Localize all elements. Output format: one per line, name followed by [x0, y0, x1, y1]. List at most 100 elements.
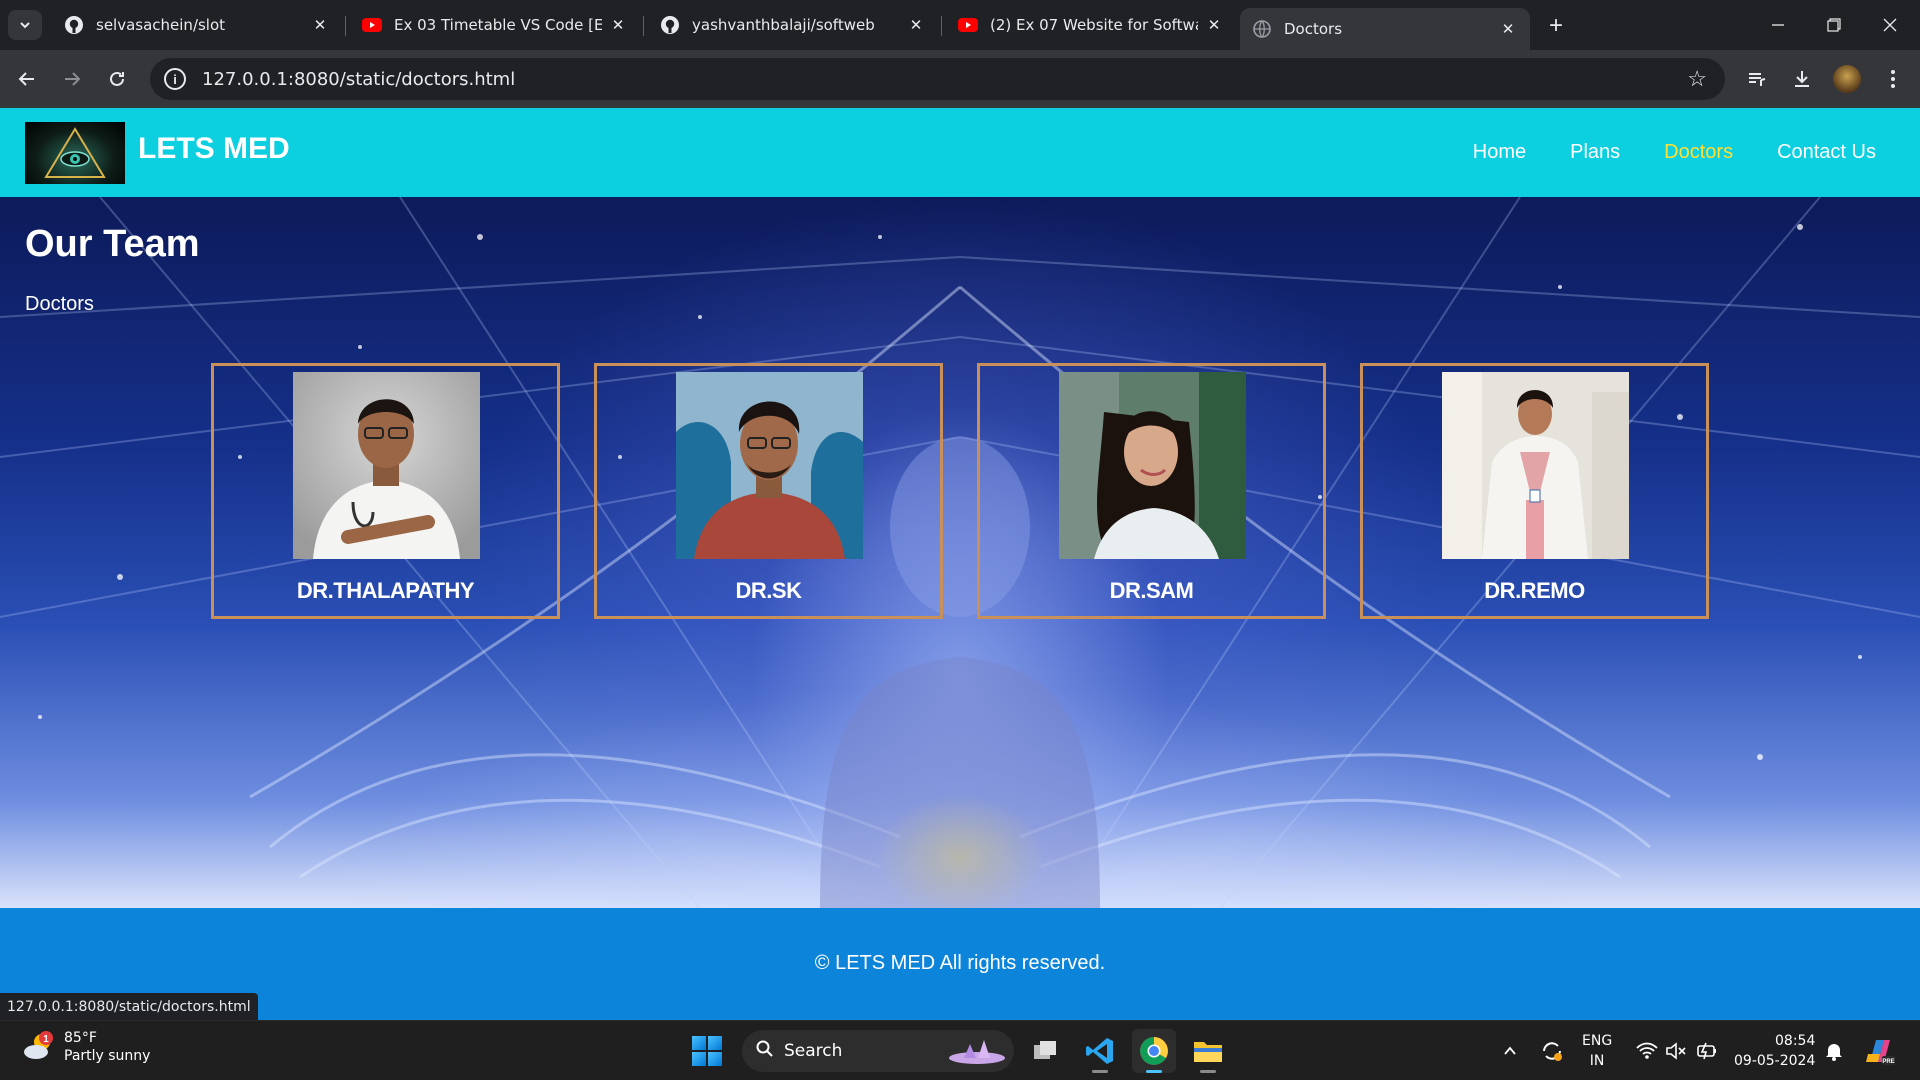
downloads-button[interactable]: [1785, 62, 1819, 96]
close-icon[interactable]: ✕: [310, 15, 330, 35]
windows-logo-pane: [708, 1052, 722, 1066]
doctor-card[interactable]: DR.REMO: [1360, 363, 1709, 619]
volume-button[interactable]: [1666, 1021, 1688, 1080]
windows-logo-pane: [692, 1052, 706, 1066]
tab-3[interactable]: yashvanthbalaji/softweb ✕: [648, 8, 938, 42]
chrome-icon: [1140, 1037, 1168, 1065]
eye-pyramid-icon: [44, 127, 106, 178]
tab-title: (2) Ex 07 Website for Software Company: [990, 16, 1198, 34]
language-code: ENG: [1582, 1033, 1613, 1049]
tab-2[interactable]: Ex 03 Timetable VS Code [English] ✕: [350, 8, 640, 42]
running-indicator: [1146, 1070, 1162, 1073]
battery-charging-icon: [1697, 1042, 1716, 1060]
chrome-app[interactable]: [1132, 1029, 1176, 1073]
copilot-icon: PRE: [1866, 1040, 1895, 1065]
tab-5-active[interactable]: Doctors ✕: [1240, 8, 1530, 50]
weather-desc: Partly sunny: [64, 1048, 151, 1064]
sync-tray-button[interactable]: [1540, 1021, 1564, 1080]
site-logo[interactable]: [25, 122, 125, 184]
media-controls-button[interactable]: [1740, 62, 1774, 96]
download-icon: [1795, 71, 1809, 87]
chevron-up-icon: [1504, 1046, 1516, 1055]
url-text[interactable]: 127.0.0.1:8080/static/doctors.html: [202, 69, 515, 90]
doctor-photo: [1059, 372, 1246, 559]
link-status-bubble: 127.0.0.1:8080/static/doctors.html: [0, 993, 258, 1020]
forward-button[interactable]: [55, 62, 89, 96]
battery-button[interactable]: [1696, 1021, 1718, 1080]
tab-separator: [941, 16, 942, 36]
running-indicator: [1200, 1070, 1216, 1073]
brand-name: LETS MED: [138, 132, 290, 165]
nav-plans-link[interactable]: Plans: [1570, 141, 1620, 164]
section-subtitle: Doctors: [25, 293, 94, 315]
windows-logo-pane: [708, 1036, 722, 1050]
browser-toolbar: i 127.0.0.1:8080/static/doctors.html ☆: [0, 50, 1920, 108]
search-highlight-icon: [949, 1040, 1005, 1064]
close-icon[interactable]: ✕: [1498, 19, 1518, 39]
new-tab-button[interactable]: +: [1542, 12, 1570, 40]
restore-button[interactable]: [1806, 8, 1862, 42]
tab-title: Doctors: [1284, 20, 1343, 38]
file-explorer-app[interactable]: [1186, 1029, 1230, 1073]
copyright-text: © LETS MED All rights reserved.: [814, 952, 1106, 974]
windows-logo-pane: [692, 1036, 706, 1050]
task-view-button[interactable]: [1024, 1029, 1068, 1073]
start-button[interactable]: [692, 1036, 722, 1066]
nav-home-link[interactable]: Home: [1473, 141, 1526, 164]
more-vertical-icon: [1891, 70, 1895, 88]
language-indicator[interactable]: ENG IN: [1582, 1031, 1612, 1071]
close-icon[interactable]: ✕: [1204, 15, 1224, 35]
clock-time: 08:54: [1775, 1033, 1816, 1049]
region-code: IN: [1589, 1053, 1605, 1069]
minimize-button[interactable]: [1750, 8, 1806, 42]
nav-contact-link[interactable]: Contact Us: [1777, 141, 1876, 164]
taskbar-search[interactable]: Search: [742, 1030, 1014, 1072]
minimize-icon: [1772, 24, 1784, 26]
close-window-button[interactable]: [1862, 8, 1918, 42]
running-indicator: [1092, 1070, 1108, 1073]
chevron-down-icon: [20, 22, 30, 29]
github-icon: [64, 15, 84, 35]
close-icon[interactable]: ✕: [906, 15, 926, 35]
search-icon: [756, 1040, 774, 1063]
notifications-button[interactable]: [1824, 1021, 1844, 1080]
doctor-photo: [676, 372, 863, 559]
folder-icon: [1194, 1042, 1222, 1062]
site-info-icon[interactable]: i: [164, 68, 186, 90]
main-nav: Home Plans Doctors Contact Us: [1473, 108, 1876, 197]
copilot-button[interactable]: PRE: [1864, 1021, 1896, 1080]
doctor-card[interactable]: DR.SAM: [977, 363, 1326, 619]
nav-doctors-link[interactable]: Doctors: [1664, 141, 1733, 164]
team-section: Our Team Doctors DR.THALAPATHY DR.SK DR.…: [0, 197, 1920, 908]
taskbar: 1 85°F Partly sunny Search ENG IN 08:54 …: [0, 1020, 1920, 1080]
profile-avatar[interactable]: [1833, 65, 1861, 93]
bookmark-star-icon[interactable]: ☆: [1687, 66, 1707, 92]
weather-widget[interactable]: 1 85°F Partly sunny: [22, 1029, 150, 1065]
sync-icon: [1543, 1042, 1562, 1061]
youtube-icon: [362, 15, 382, 35]
weather-temp: 85°F: [64, 1030, 97, 1046]
site-header: LETS MED Home Plans Doctors Contact Us: [0, 108, 1920, 197]
reload-button[interactable]: [100, 62, 134, 96]
wifi-button[interactable]: [1636, 1021, 1658, 1080]
wifi-icon: [1636, 1042, 1658, 1059]
youtube-icon: [958, 15, 978, 35]
doctor-card[interactable]: DR.SK: [594, 363, 943, 619]
menu-button[interactable]: [1876, 62, 1910, 96]
show-hidden-icons-button[interactable]: [1502, 1021, 1518, 1080]
clock[interactable]: 08:54 09-05-2024: [1734, 1031, 1815, 1071]
arrow-right-icon: [65, 72, 81, 86]
tab-4[interactable]: (2) Ex 07 Website for Software Company ✕: [946, 8, 1236, 42]
back-button[interactable]: [10, 62, 44, 96]
partly-sunny-icon: 1: [22, 1030, 56, 1064]
tab-1[interactable]: selvasachein/slot ✕: [52, 8, 342, 42]
address-bar[interactable]: i 127.0.0.1:8080/static/doctors.html ☆: [150, 58, 1725, 100]
close-icon[interactable]: ✕: [608, 15, 628, 35]
site-footer: © LETS MED All rights reserved.: [0, 908, 1920, 1020]
doctor-card[interactable]: DR.THALAPATHY: [211, 363, 560, 619]
vscode-app[interactable]: [1078, 1029, 1122, 1073]
reload-icon: [110, 71, 124, 86]
doctor-name: DR.SAM: [1109, 578, 1194, 603]
tab-separator: [345, 16, 346, 36]
tab-search-button[interactable]: [8, 10, 42, 40]
